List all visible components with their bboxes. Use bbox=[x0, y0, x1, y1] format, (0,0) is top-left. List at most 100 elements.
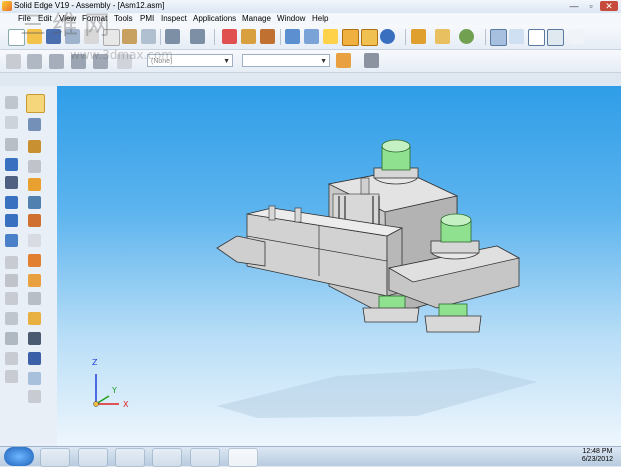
insert-icon[interactable] bbox=[5, 176, 18, 189]
menu-tools[interactable]: Tools bbox=[114, 14, 133, 23]
sketch-icon[interactable] bbox=[5, 312, 18, 325]
select-arrow-icon[interactable] bbox=[26, 94, 45, 113]
maximize-button[interactable]: ▫ bbox=[583, 1, 599, 11]
chevron-down-icon: ▼ bbox=[223, 58, 230, 65]
lower-left-nut bbox=[362, 307, 420, 323]
toolbar-separator bbox=[280, 29, 281, 45]
visible-edges-view-icon[interactable] bbox=[361, 29, 378, 46]
toolbar-separator bbox=[405, 29, 406, 45]
small-pin bbox=[360, 177, 370, 195]
undo-icon[interactable] bbox=[165, 29, 180, 44]
minimize-button[interactable]: — bbox=[566, 1, 582, 11]
pan-icon[interactable] bbox=[547, 29, 564, 46]
weld-icon[interactable] bbox=[5, 292, 18, 305]
axis-x-label: X bbox=[123, 400, 129, 409]
gear-relation-icon[interactable] bbox=[28, 214, 41, 227]
disk-icon[interactable] bbox=[5, 96, 18, 109]
style-combo[interactable]: ▼ bbox=[242, 54, 330, 67]
assembly-icon[interactable] bbox=[260, 29, 275, 44]
mate-icon[interactable] bbox=[5, 138, 18, 151]
assembly-model[interactable] bbox=[57, 86, 621, 446]
zoom-area-icon[interactable] bbox=[490, 29, 507, 46]
delete-icon[interactable] bbox=[141, 29, 156, 44]
explode-icon[interactable] bbox=[28, 332, 41, 345]
menu-pmi[interactable]: PMI bbox=[140, 14, 154, 23]
shaded-view-icon[interactable] bbox=[323, 29, 338, 44]
cam-icon[interactable] bbox=[28, 196, 41, 209]
frame-icon[interactable] bbox=[28, 312, 41, 325]
menu-manage[interactable]: Manage bbox=[242, 14, 271, 23]
ground-icon[interactable] bbox=[5, 234, 18, 247]
help-pointer-icon[interactable] bbox=[569, 29, 584, 44]
watermark-logo: 三维网 bbox=[20, 11, 117, 41]
menu-help[interactable]: Help bbox=[312, 14, 328, 23]
menu-window[interactable]: Window bbox=[277, 14, 305, 23]
redo-icon[interactable] bbox=[190, 29, 205, 44]
start-button[interactable] bbox=[4, 447, 34, 466]
part-icon[interactable] bbox=[241, 29, 256, 44]
planar-align-icon[interactable] bbox=[5, 158, 18, 171]
pattern-icon[interactable] bbox=[28, 234, 41, 247]
axis-z-label: Z bbox=[92, 358, 98, 367]
cutting-tool-tip bbox=[216, 235, 266, 267]
pipe-icon[interactable] bbox=[5, 352, 18, 365]
system-clock[interactable]: 12:48 PM 6/23/2012 bbox=[582, 448, 613, 464]
angle-icon[interactable] bbox=[5, 196, 18, 209]
phone-app-icon[interactable] bbox=[190, 448, 220, 467]
cutout-icon[interactable] bbox=[28, 254, 41, 267]
model-viewport[interactable]: Z X Y bbox=[57, 86, 621, 446]
lower-right-nut bbox=[424, 315, 482, 333]
toolbar-separator bbox=[485, 29, 486, 45]
rotate-view-icon[interactable] bbox=[459, 29, 474, 44]
shaded-edges-view-icon[interactable] bbox=[342, 29, 359, 46]
fastener-icon[interactable] bbox=[28, 292, 41, 305]
watermark-url: www.3dmax.com bbox=[70, 48, 173, 62]
properties-icon[interactable] bbox=[222, 29, 237, 44]
view-cube-icon[interactable] bbox=[285, 29, 300, 44]
close-button[interactable]: ✕ bbox=[600, 1, 618, 11]
feature-toolbar bbox=[0, 86, 58, 446]
fit-view-icon[interactable] bbox=[528, 29, 545, 46]
solid-edge-app-icon[interactable] bbox=[2, 1, 12, 11]
revolve-icon[interactable] bbox=[28, 274, 41, 287]
wireframe-view-icon[interactable] bbox=[304, 29, 319, 44]
style-settings-icon[interactable] bbox=[336, 53, 351, 68]
clock-time: 12:48 PM bbox=[582, 448, 613, 455]
drawing-view-icon[interactable] bbox=[28, 390, 41, 403]
menu-applications[interactable]: Applications bbox=[193, 14, 236, 23]
wire-harness-icon[interactable] bbox=[5, 332, 18, 345]
solid-edge-task-icon[interactable] bbox=[228, 448, 258, 467]
floor-shadow bbox=[217, 368, 537, 418]
select-component-icon[interactable] bbox=[6, 54, 21, 69]
axial-align-icon[interactable] bbox=[28, 160, 41, 173]
windows-taskbar: 12:48 PM 6/23/2012 bbox=[0, 446, 621, 467]
motion-icon[interactable] bbox=[28, 352, 41, 365]
toolbar-separator bbox=[214, 29, 215, 45]
show-hide-icon[interactable] bbox=[435, 29, 450, 44]
guide-pin-right bbox=[294, 207, 302, 223]
zoom-icon[interactable] bbox=[509, 29, 524, 44]
mirror-icon[interactable] bbox=[5, 256, 18, 269]
simulate-icon[interactable] bbox=[5, 370, 18, 383]
render-sphere-icon[interactable] bbox=[380, 29, 395, 44]
menu-inspect[interactable]: Inspect bbox=[161, 14, 187, 23]
move-part-icon[interactable] bbox=[49, 54, 64, 69]
display-configuration-icon[interactable] bbox=[411, 29, 426, 44]
guide-pin-left bbox=[268, 205, 276, 221]
tangent-icon[interactable] bbox=[5, 214, 18, 227]
file-explorer-icon[interactable] bbox=[78, 448, 108, 467]
connect-icon[interactable] bbox=[28, 178, 41, 191]
paste-icon[interactable] bbox=[122, 29, 137, 44]
browser-globe-icon[interactable] bbox=[152, 448, 182, 467]
assembly-relationships-icon[interactable] bbox=[27, 54, 42, 69]
hole-icon[interactable] bbox=[5, 274, 18, 287]
clock-date: 6/23/2012 bbox=[581, 456, 613, 463]
section-view-icon[interactable] bbox=[28, 372, 41, 385]
internet-explorer-icon[interactable] bbox=[40, 448, 70, 467]
insert-part-icon[interactable] bbox=[28, 118, 41, 131]
options-wrench-icon[interactable] bbox=[364, 53, 379, 68]
media-player-icon[interactable] bbox=[115, 448, 145, 467]
flash-fit-icon[interactable] bbox=[28, 140, 41, 153]
parts-library-icon[interactable] bbox=[5, 116, 18, 129]
toolbar-separator bbox=[160, 29, 161, 45]
